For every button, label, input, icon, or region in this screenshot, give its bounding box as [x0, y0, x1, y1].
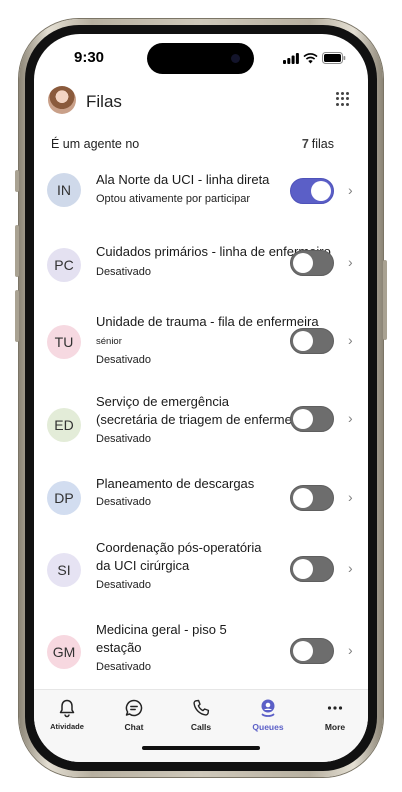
- queue-status: Desativado: [96, 579, 152, 591]
- page-title: Filas: [86, 92, 122, 111]
- tab-chat[interactable]: Chat: [104, 698, 164, 732]
- badge-initials: DP: [54, 490, 74, 506]
- phone-icon: [193, 699, 210, 716]
- home-indicator[interactable]: [142, 746, 260, 750]
- queue-status: Optou ativamente por participar: [96, 193, 251, 205]
- queue-toggle[interactable]: [290, 638, 334, 664]
- chat-icon: [125, 699, 143, 717]
- queue-toggle[interactable]: [290, 250, 334, 276]
- queue-row[interactable]: PC Cuidados primários - linha de enferme…: [34, 232, 368, 304]
- tab-label: Queues: [252, 722, 284, 732]
- queue-count-suffix: filas: [311, 137, 334, 151]
- queue-name-line2: estação: [96, 640, 142, 655]
- queue-badge: SI: [47, 553, 81, 587]
- queue-status: Desativado: [96, 433, 152, 445]
- chevron-right-icon[interactable]: ›: [348, 332, 353, 348]
- badge-initials: PC: [54, 257, 74, 273]
- queue-badge: TU: [47, 325, 81, 359]
- queue-toggle[interactable]: [290, 485, 334, 511]
- queue-toggle[interactable]: [290, 556, 334, 582]
- badge-initials: TU: [54, 334, 74, 350]
- signal-icon: [283, 52, 299, 64]
- status-icons: [283, 52, 346, 64]
- queue-status: Desativado: [96, 354, 152, 366]
- chevron-right-icon[interactable]: ›: [348, 489, 353, 505]
- avatar[interactable]: [48, 86, 76, 114]
- queue-row[interactable]: TU Unidade de trauma - fila de enfermeir…: [34, 304, 368, 384]
- queue-name: Coordenação pós-operatória: [96, 540, 262, 555]
- chevron-right-icon[interactable]: ›: [348, 642, 353, 658]
- queue-name: Planeamento de descargas: [96, 476, 255, 491]
- queue-badge: PC: [47, 248, 81, 282]
- queue-row[interactable]: GM Medicina geral - piso 5 estação Desat…: [34, 614, 368, 694]
- chevron-right-icon[interactable]: ›: [348, 254, 353, 270]
- camera-icon: [231, 54, 240, 63]
- queue-badge: IN: [47, 173, 81, 207]
- battery-icon: [322, 52, 346, 64]
- queue-toggle[interactable]: [290, 328, 334, 354]
- queue-status: Desativado: [96, 661, 152, 673]
- queue-name: Medicina geral - piso 5: [96, 622, 227, 637]
- tab-calls[interactable]: Calls: [171, 698, 231, 732]
- app-header: Filas: [34, 84, 368, 124]
- more-icon: [327, 706, 343, 710]
- badge-initials: ED: [54, 417, 74, 433]
- chevron-right-icon[interactable]: ›: [348, 560, 353, 576]
- phone-screen: 9:30 Filas É um agente no 7 filas IN Ala…: [34, 34, 368, 762]
- queue-badge: GM: [47, 635, 81, 669]
- bell-icon: [59, 699, 75, 718]
- queue-row[interactable]: IN Ala Norte da UCI - linha direta Optou…: [34, 162, 368, 232]
- queue-status: Desativado: [96, 496, 152, 508]
- queue-summary: É um agente no 7 filas: [34, 137, 368, 157]
- queue-status: Desativado: [96, 266, 152, 278]
- queue-row[interactable]: DP Planeamento de descargas Desativado ›: [34, 464, 368, 532]
- queues-icon: [261, 699, 275, 717]
- badge-initials: SI: [57, 562, 71, 578]
- volume-down-button: [15, 290, 19, 342]
- tab-activity[interactable]: Atividade: [37, 698, 97, 731]
- badge-initials: IN: [57, 182, 71, 198]
- tab-label: Atividade: [50, 722, 84, 731]
- status-bar: 9:30: [34, 34, 368, 82]
- status-time: 9:30: [74, 49, 105, 66]
- badge-initials: GM: [52, 644, 76, 660]
- tab-queues[interactable]: Queues: [238, 698, 298, 732]
- queue-name-extra: sénior: [96, 336, 122, 347]
- tab-bar: Atividade Chat Calls Queues More: [34, 689, 368, 762]
- chevron-right-icon[interactable]: ›: [348, 410, 353, 426]
- queue-name: Serviço de emergência: [96, 394, 229, 409]
- queue-badge: DP: [47, 481, 81, 515]
- wifi-icon: [303, 52, 318, 63]
- queue-row[interactable]: SI Coordenação pós-operatória da UCI cir…: [34, 532, 368, 614]
- tab-label: More: [324, 722, 346, 732]
- action-button: [15, 170, 19, 192]
- queue-toggle[interactable]: [290, 178, 334, 204]
- volume-up-button: [15, 225, 19, 277]
- tab-more[interactable]: More: [305, 698, 365, 732]
- queue-count: 7 filas: [302, 137, 334, 151]
- tab-label: Calls: [190, 722, 212, 732]
- queue-count-number: 7: [301, 137, 309, 151]
- queue-badge: ED: [47, 408, 81, 442]
- tab-label: Chat: [124, 722, 144, 732]
- agent-label: É um agente no: [51, 137, 140, 151]
- queue-name-line2: da UCI cirúrgica: [96, 558, 190, 573]
- dynamic-island: [147, 43, 254, 74]
- queue-name: Ala Norte da UCI - linha direta: [96, 172, 270, 187]
- chevron-right-icon[interactable]: ›: [348, 182, 353, 198]
- power-button: [383, 260, 387, 340]
- queue-toggle[interactable]: [290, 406, 334, 432]
- dialpad-grid-icon[interactable]: [336, 92, 350, 106]
- queue-row[interactable]: ED Serviço de emergência (secretária de …: [34, 384, 368, 464]
